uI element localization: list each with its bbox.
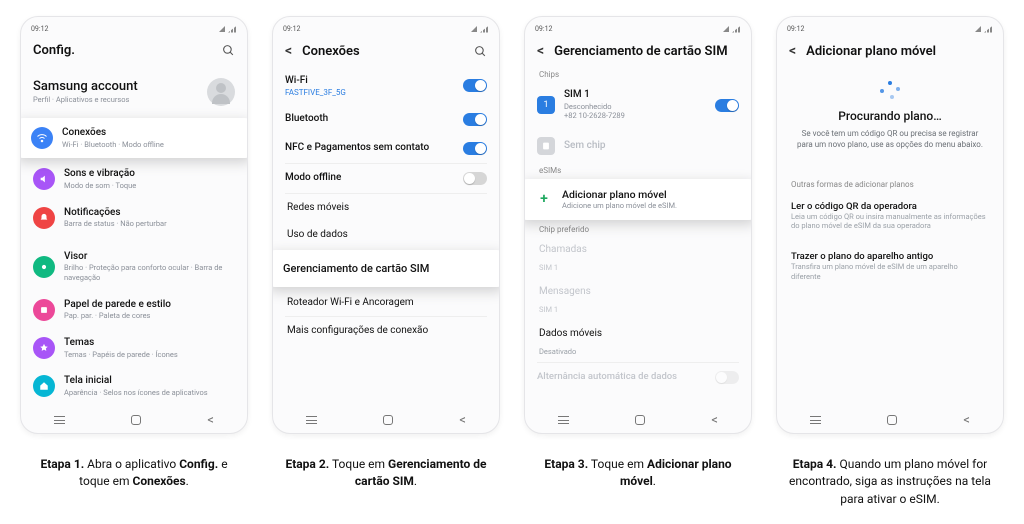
display-row[interactable]: Visor Brilho · Proteção para conforto oc…	[21, 243, 247, 291]
nav-bar: <	[777, 409, 1003, 431]
home-row[interactable]: Tela inicial Aparência · Selos nos ícone…	[21, 367, 247, 405]
page-title: Conexões	[302, 44, 360, 59]
search-icon[interactable]	[222, 44, 235, 57]
no-chip-row: Sem chip	[525, 129, 751, 163]
wifi-row[interactable]: Wi-Fi FASTFIVE_3F_5G	[273, 67, 499, 105]
back-icon[interactable]: <	[285, 43, 292, 59]
display-icon	[33, 256, 55, 278]
avatar	[207, 78, 235, 106]
wifi-toggle[interactable]	[463, 79, 487, 92]
nav-home-icon[interactable]	[131, 415, 141, 425]
offline-toggle[interactable]	[463, 172, 487, 185]
phone-step-1: 09:12 Config. Samsung account Perfil · A…	[20, 16, 248, 434]
spinner-icon	[880, 81, 900, 101]
transfer-option-row[interactable]: Trazer o plano do aparelho antigo Transf…	[777, 241, 1003, 292]
auto-switch-toggle	[715, 371, 739, 384]
phone-step-3: 09:12 < Gerenciamento de cartão SIM Chip…	[524, 16, 752, 434]
wifi-icon	[31, 127, 53, 149]
other-section-label: Outras formas de adicionar planos	[777, 177, 1003, 191]
nfc-row[interactable]: NFC e Pagamentos sem contato	[273, 134, 499, 163]
nav-recent-icon[interactable]	[306, 416, 317, 425]
pref-section-label: Chip preferido	[525, 222, 751, 236]
offline-row[interactable]: Modo offline	[273, 164, 499, 193]
nav-bar: <	[525, 409, 751, 431]
samsung-account-row[interactable]: Samsung account Perfil · Aplicativos e r…	[21, 66, 247, 116]
status-time: 09:12	[31, 25, 48, 33]
sound-row[interactable]: Sons e vibração Modo de som · Toque	[21, 160, 247, 198]
notif-row[interactable]: Notificações Barra de status · Não pertu…	[21, 199, 247, 237]
phone-step-4: 09:12 < Adicionar plano móvel Procurando…	[776, 16, 1004, 434]
nav-back-icon[interactable]: <	[711, 413, 718, 428]
nav-recent-icon[interactable]	[810, 416, 821, 425]
header: < Adicionar plano móvel	[777, 37, 1003, 67]
tethering-row[interactable]: Roteador Wi-Fi e Ancoragem	[273, 289, 499, 316]
searching-block: Procurando plano… Se você tem um código …	[777, 109, 1003, 151]
wallpaper-icon	[33, 299, 55, 321]
mobile-data-row[interactable]: Dados móveis	[525, 320, 751, 347]
sim1-toggle[interactable]	[715, 99, 739, 112]
bell-icon	[33, 207, 55, 229]
nav-bar: <	[21, 409, 247, 431]
account-title: Samsung account	[33, 79, 198, 95]
sim1-icon: 1	[537, 96, 555, 114]
caption-step-4: Etapa 4. Quando um plano móvel for encon…	[783, 456, 998, 508]
status-icons	[219, 26, 237, 33]
header: < Gerenciamento de cartão SIM	[525, 37, 751, 67]
phone-step-2: 09:12 < Conexões Wi-Fi FASTFIVE_3F_5G Bl…	[272, 16, 500, 434]
add-mobile-plan-row[interactable]: + Adicionar plano móvel Adicione um plan…	[524, 179, 752, 220]
caption-step-1: Etapa 1. Abra o aplicativo Config. e toq…	[27, 456, 242, 491]
plus-icon: +	[535, 191, 553, 207]
auto-switch-row: Alternância automática de dados	[525, 363, 751, 392]
header: < Conexões	[273, 37, 499, 67]
caption-step-2: Etapa 2. Toque em Gerenciamento de cartã…	[279, 456, 494, 491]
nav-back-icon[interactable]: <	[207, 413, 214, 428]
status-bar: 09:12	[525, 21, 751, 37]
home-icon	[33, 375, 55, 397]
qr-option-row[interactable]: Ler o código QR da operadora Leia um cód…	[777, 191, 1003, 242]
esims-section-label: eSIMs	[525, 163, 751, 177]
header: Config.	[21, 37, 247, 66]
chips-section-label: Chips	[525, 67, 751, 81]
nav-bar: <	[273, 409, 499, 431]
no-chip-icon	[537, 137, 555, 155]
calls-row: Chamadas	[525, 236, 751, 263]
sim-management-row[interactable]: Gerenciamento de cartão SIM	[272, 250, 500, 288]
themes-icon	[33, 337, 55, 359]
themes-row[interactable]: Temas Temas · Papéis de parede · Ícones	[21, 329, 247, 367]
nav-back-icon[interactable]: <	[963, 413, 970, 428]
data-usage-row[interactable]: Uso de dados	[273, 221, 499, 248]
nav-home-icon[interactable]	[887, 415, 897, 425]
nav-back-icon[interactable]: <	[459, 413, 466, 428]
nav-home-icon[interactable]	[635, 415, 645, 425]
status-bar: 09:12	[777, 21, 1003, 37]
back-icon[interactable]: <	[789, 43, 796, 59]
nav-home-icon[interactable]	[383, 415, 393, 425]
wallpaper-row[interactable]: Papel de parede e estilo Pap. par. · Pal…	[21, 291, 247, 329]
back-icon[interactable]: <	[537, 43, 544, 59]
more-connections-row[interactable]: Mais configurações de conexão	[273, 317, 499, 344]
connections-title: Conexões	[62, 127, 237, 140]
nfc-toggle[interactable]	[463, 142, 487, 155]
search-icon[interactable]	[474, 45, 487, 58]
messages-row: Mensagens	[525, 278, 751, 305]
page-title: Gerenciamento de cartão SIM	[554, 44, 727, 59]
page-title: Adicionar plano móvel	[806, 44, 936, 59]
connections-sub: Wi-Fi · Bluetooth · Modo offline	[62, 140, 237, 150]
mobile-networks-row[interactable]: Redes móveis	[273, 194, 499, 221]
account-sub: Perfil · Aplicativos e recursos	[33, 95, 198, 105]
status-bar: 09:12	[21, 21, 247, 37]
nav-recent-icon[interactable]	[558, 416, 569, 425]
sound-icon	[33, 168, 55, 190]
sim1-row[interactable]: 1 SIM 1 Desconhecido +82 10-2628-7289	[525, 81, 751, 129]
nav-recent-icon[interactable]	[54, 416, 65, 425]
bluetooth-row[interactable]: Bluetooth	[273, 105, 499, 134]
status-bar: 09:12	[273, 21, 499, 37]
bluetooth-toggle[interactable]	[463, 113, 487, 126]
connections-row[interactable]: Conexões Wi-Fi · Bluetooth · Modo offlin…	[20, 118, 248, 158]
caption-step-3: Etapa 3. Toque em Adicionar plano móvel.	[531, 456, 746, 491]
page-title: Config.	[33, 43, 75, 58]
